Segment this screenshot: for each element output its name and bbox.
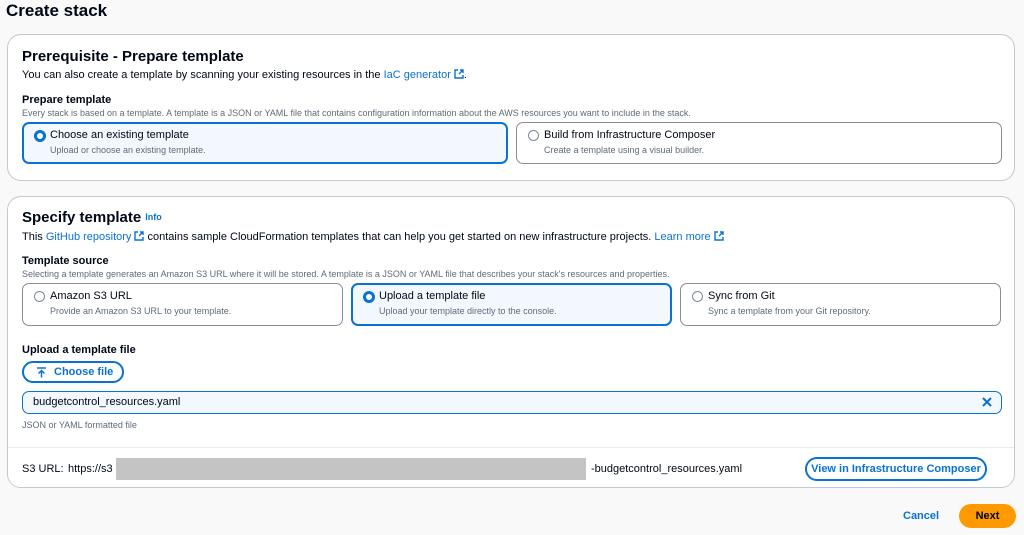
option-choose-existing-template[interactable]: Choose an existing template Upload or ch… [22, 122, 508, 164]
radio-selected-icon [363, 291, 375, 303]
specify-template-panel: Specify template Info This GitHub reposit… [7, 196, 1015, 488]
iac-generator-link-label: IaC generator [383, 69, 451, 81]
option-title: Sync from Git [708, 290, 775, 302]
template-source-description: Selecting a template generates an Amazon… [22, 269, 670, 279]
upload-arrow-icon [37, 367, 46, 378]
prerequisite-panel: Prerequisite - Prepare template You can … [7, 34, 1015, 181]
option-description: Upload your template directly to the con… [379, 306, 557, 316]
prerequisite-heading: Prerequisite - Prepare template [22, 48, 244, 65]
radio-unselected-icon [528, 130, 539, 141]
prerequisite-desc-prefix: You can also create a template by scanni… [22, 69, 384, 81]
github-repository-link[interactable]: GitHub repository [46, 231, 145, 243]
s3-url-prefix: https://s3 [68, 463, 113, 475]
radio-unselected-icon [34, 291, 45, 302]
option-description: Create a template using a visual builder… [544, 145, 705, 155]
radio-unselected-icon [692, 291, 703, 302]
upload-template-file-label: Upload a template file [22, 344, 136, 356]
specify-desc-prefix: This [22, 231, 46, 243]
selected-file-field[interactable]: budgetcontrol_resources.yaml [22, 391, 1002, 414]
template-source-label: Template source [22, 255, 109, 267]
specify-template-description: This GitHub repository contains sample C… [22, 231, 724, 243]
iac-generator-link[interactable]: IaC generator [384, 69, 464, 81]
page-title: Create stack [6, 1, 108, 20]
learn-more-link[interactable]: Learn more [654, 231, 724, 243]
view-in-composer-button[interactable]: View in Infrastructure Composer [805, 457, 987, 481]
file-format-hint: JSON or YAML formatted file [22, 420, 137, 430]
s3-url-suffix: -budgetcontrol_resources.yaml [591, 463, 743, 475]
choose-file-button[interactable]: Choose file [22, 361, 124, 383]
option-title: Upload a template file [379, 290, 486, 302]
option-description: Provide an Amazon S3 URL to your templat… [50, 306, 232, 316]
radio-selected-icon [34, 130, 46, 142]
learn-more-link-label: Learn more [654, 231, 711, 243]
option-description: Sync a template from your Git repository… [708, 306, 871, 316]
external-link-icon [134, 231, 145, 241]
option-amazon-s3-url[interactable]: Amazon S3 URL Provide an Amazon S3 URL t… [22, 283, 343, 326]
option-title: Amazon S3 URL [50, 290, 132, 302]
s3-url-label: S3 URL: [22, 463, 64, 475]
option-title: Build from Infrastructure Composer [544, 129, 716, 141]
choose-file-label: Choose file [54, 366, 114, 378]
external-link-icon [454, 69, 464, 79]
redacted-region [116, 458, 586, 480]
prepare-template-label: Prepare template [22, 94, 112, 106]
next-button[interactable]: Next [959, 504, 1016, 528]
close-icon[interactable] [981, 396, 993, 408]
option-upload-template-file[interactable]: Upload a template file Upload your templ… [351, 283, 672, 326]
github-repository-link-label: GitHub repository [45, 231, 132, 243]
specify-desc-middle: contains sample CloudFormation templates… [144, 231, 655, 243]
option-title: Choose an existing template [50, 129, 189, 141]
specify-template-title: Specify template [22, 209, 142, 226]
option-build-from-composer[interactable]: Build from Infrastructure Composer Creat… [516, 122, 1002, 164]
option-description: Upload or choose an existing template. [50, 145, 206, 155]
s3-url-row: S3 URL: https://s3 -budgetcontrol_resour… [8, 447, 1014, 487]
prerequisite-desc-suffix: . [463, 69, 467, 81]
selected-file-name: budgetcontrol_resources.yaml [33, 396, 181, 408]
cancel-button[interactable]: Cancel [903, 510, 939, 522]
info-link[interactable]: Info [145, 212, 162, 222]
prerequisite-description: You can also create a template by scanni… [22, 69, 467, 81]
option-sync-from-git[interactable]: Sync from Git Sync a template from your … [680, 283, 1001, 326]
external-link-icon [713, 231, 724, 241]
prepare-template-description: Every stack is based on a template. A te… [22, 108, 691, 118]
specify-template-heading: Specify template Info [22, 209, 162, 226]
